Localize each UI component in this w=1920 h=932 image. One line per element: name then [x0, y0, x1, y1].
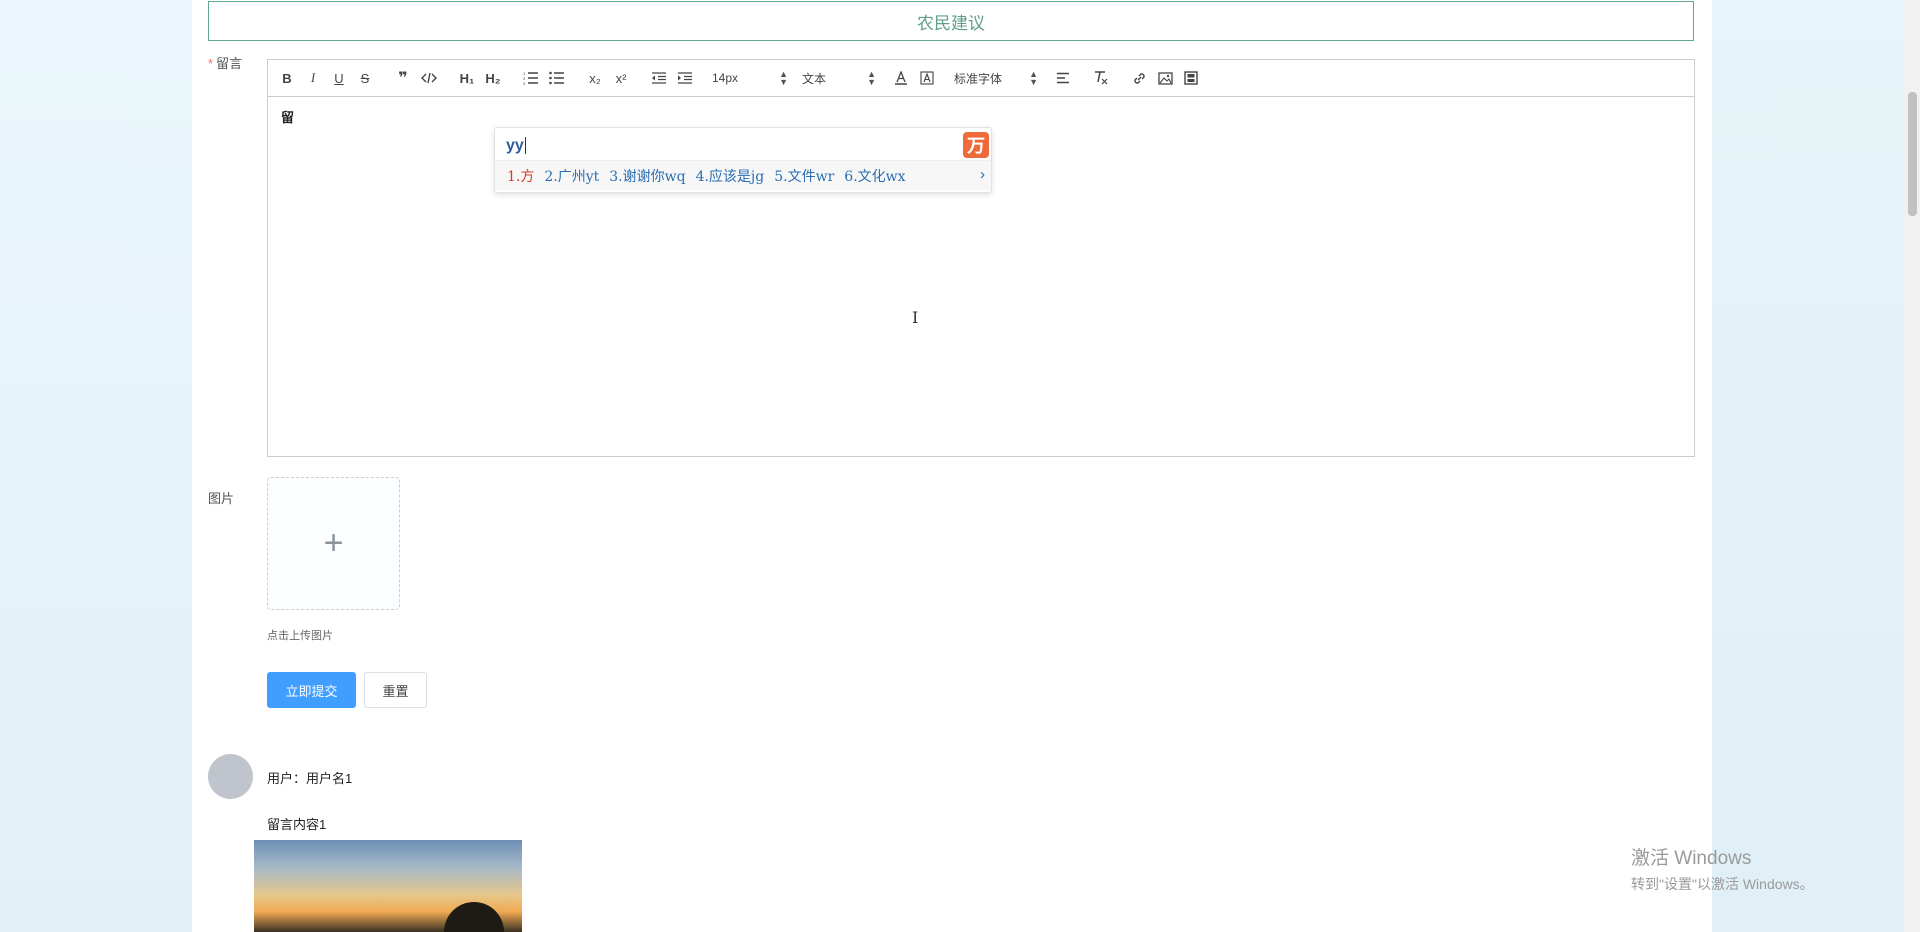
blockquote-button[interactable]: ❞ [392, 66, 414, 90]
outdent-icon [652, 72, 666, 84]
submit-button[interactable]: 立即提交 [267, 672, 356, 708]
image-label: 图片 [208, 491, 235, 506]
bullet-list-button[interactable] [546, 66, 568, 90]
ime-candidate-5[interactable]: 5.文件wr [774, 166, 834, 186]
font-family-select[interactable]: 标准字体 ▲ ▼ [954, 70, 1038, 87]
clear-format-button[interactable] [1090, 66, 1112, 90]
video-icon [1184, 71, 1198, 85]
align-button[interactable] [1052, 66, 1074, 90]
page-background-left [0, 0, 192, 932]
font-size-value: 14px [712, 71, 739, 85]
tree-silhouette [444, 902, 504, 932]
ime-candidate-4[interactable]: 4.应该是jg [696, 166, 765, 186]
bold-button[interactable]: B [276, 66, 298, 90]
editor-toolbar: B I U S ❞ H₁ H₂ 123 x₂ x² 14px ▲ ▼ 文本 ▲ … [268, 60, 1694, 97]
block-format-select[interactable]: 文本 ▲ ▼ [802, 70, 876, 87]
image-icon [1157, 71, 1173, 85]
font-color-button[interactable] [890, 66, 912, 90]
code-block-button[interactable] [418, 66, 440, 90]
ime-candidate-6[interactable]: 6.文化wx [844, 166, 905, 186]
align-left-icon [1057, 72, 1069, 84]
font-color-icon [895, 71, 907, 85]
code-icon [421, 72, 437, 84]
scrollbar-thumb[interactable] [1908, 92, 1917, 216]
comment-user: 用户：用户名1 [267, 771, 353, 786]
ime-candidate-2[interactable]: 2.广州yt [544, 166, 599, 186]
page-background-right [1712, 0, 1904, 932]
link-icon [1133, 72, 1145, 84]
background-color-button[interactable] [916, 66, 938, 90]
main-content: 农民建议 * 留言 B I U S ❞ H₁ H₂ 123 x₂ x² 14px… [192, 0, 1712, 932]
superscript-button[interactable]: x² [610, 66, 632, 90]
windows-activation-watermark: 激活 Windows 转到"设置"以激活 Windows。 [1631, 843, 1814, 894]
outdent-button[interactable] [648, 66, 670, 90]
link-button[interactable] [1128, 66, 1150, 90]
bullet-list-icon [549, 71, 564, 85]
rich-text-editor: B I U S ❞ H₁ H₂ 123 x₂ x² 14px ▲ ▼ 文本 ▲ … [267, 59, 1695, 457]
ime-candidate-3[interactable]: 3.谢谢你wq [609, 166, 685, 186]
comment-content: 留言内容1 [267, 817, 327, 832]
block-format-value: 文本 [802, 71, 827, 86]
italic-button[interactable]: I [302, 66, 324, 90]
ime-composition-text: yy [506, 137, 524, 154]
watermark-line2: 转到"设置"以激活 Windows。 [1631, 876, 1814, 892]
indent-button[interactable] [674, 66, 696, 90]
ime-composition: yy [506, 137, 526, 155]
page-title: 农民建议 [208, 1, 1694, 41]
clear-format-icon [1095, 71, 1108, 85]
indent-icon [678, 72, 692, 84]
ordered-list-icon: 123 [523, 71, 538, 85]
ime-candidate-list: 1.方 2.广州yt 3.谢谢你wq 4.应该是jg 5.文件wr 6.文化wx [495, 160, 991, 190]
ime-logo-icon[interactable]: 万 [963, 132, 989, 158]
message-label-text: 留言 [216, 56, 243, 71]
ime-caret [524, 137, 526, 155]
image-upload-button[interactable]: + [267, 477, 400, 610]
background-color-icon [920, 71, 934, 85]
svg-text:3: 3 [523, 81, 526, 85]
upload-tip: 点击上传图片 [267, 630, 333, 642]
page-scrollbar[interactable] [1904, 0, 1920, 932]
select-arrows-icon: ▲ ▼ [1029, 69, 1038, 87]
image-button[interactable] [1154, 66, 1176, 90]
editor-text: 留 [281, 110, 295, 125]
ordered-list-button[interactable]: 123 [520, 66, 542, 90]
avatar [208, 754, 253, 799]
font-size-select[interactable]: 14px ▲ ▼ [712, 69, 788, 87]
heading1-button[interactable]: H₁ [456, 66, 478, 90]
heading2-button[interactable]: H₂ [482, 66, 504, 90]
watermark-line1: 激活 Windows [1631, 848, 1752, 869]
plus-icon: + [323, 524, 344, 562]
underline-button[interactable]: U [328, 66, 350, 90]
message-label: * 留言 [208, 53, 242, 72]
comment-image[interactable] [254, 840, 522, 932]
reset-button[interactable]: 重置 [364, 672, 427, 708]
strike-button[interactable]: S [354, 66, 376, 90]
subscript-button[interactable]: x₂ [584, 66, 606, 90]
ime-next-page-icon[interactable]: › [980, 166, 985, 183]
font-family-value: 标准字体 [954, 71, 1003, 86]
ime-candidate-popup: yy 万 1.方 2.广州yt 3.谢谢你wq 4.应该是jg 5.文件wr 6… [494, 127, 992, 193]
select-arrows-icon: ▲ ▼ [867, 69, 876, 87]
video-button[interactable] [1180, 66, 1202, 90]
required-mark: * [208, 56, 214, 71]
text-cursor-icon: I [912, 308, 919, 327]
select-arrows-icon: ▲ ▼ [779, 69, 788, 87]
ime-candidate-1[interactable]: 1.方 [507, 166, 534, 186]
